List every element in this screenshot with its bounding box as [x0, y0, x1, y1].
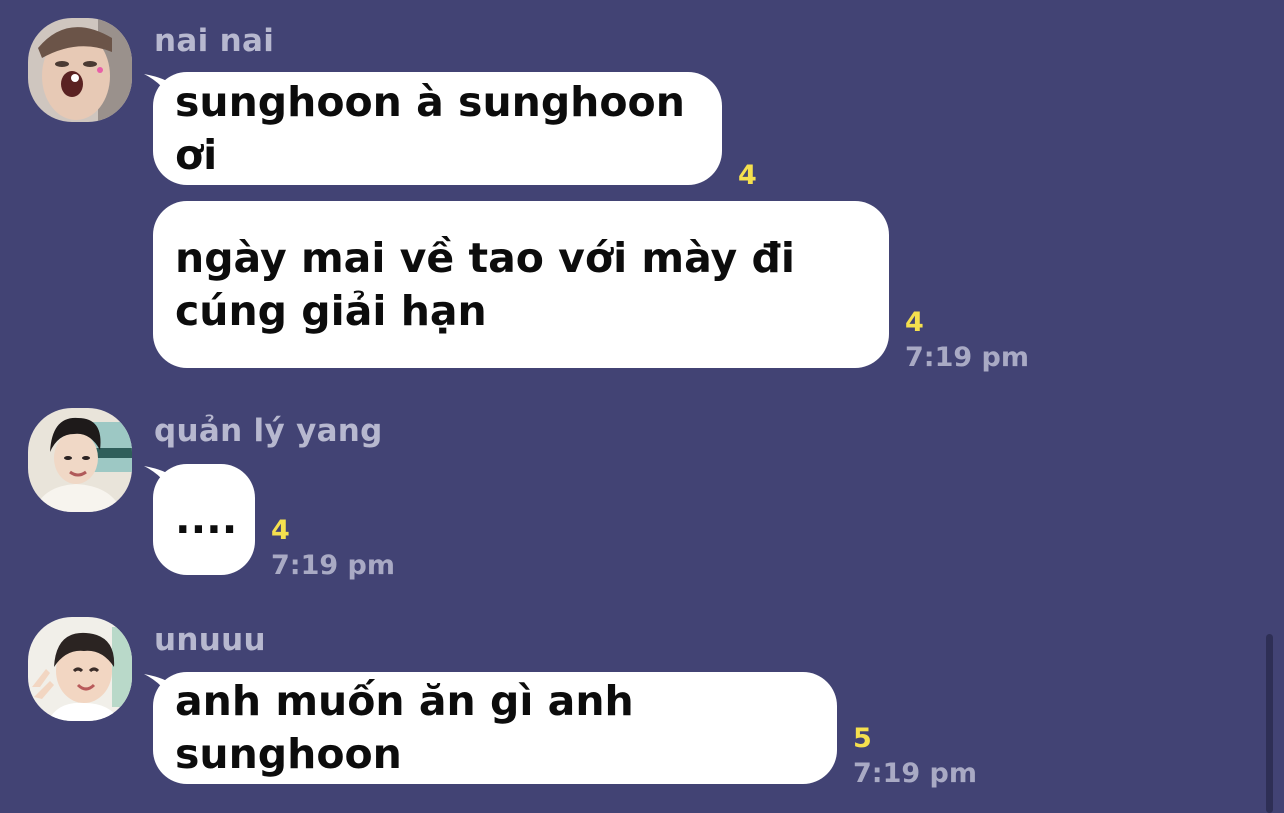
message-text: ngày mai về tao với mày đi cúng giải hạn [175, 233, 795, 335]
unread-count: 4 [271, 515, 290, 546]
message-text: .... [175, 495, 238, 543]
message-time: 7:19 pm [905, 342, 1030, 373]
chat-area: nai nai sunghoon à sunghoon ơi 4 ngày ma… [0, 0, 1284, 813]
unread-count: 5 [853, 723, 872, 754]
message-bubble[interactable]: ngày mai về tao với mày đi cúng giải hạn [153, 201, 889, 368]
avatar[interactable] [28, 408, 132, 512]
avatar[interactable] [28, 18, 132, 122]
sender-name: nai nai [154, 23, 275, 59]
sender-name: unuuu [154, 622, 266, 658]
avatar-photo-unuuu [28, 617, 132, 721]
sender-name: quản lý yang [154, 413, 383, 449]
message-time: 7:19 pm [271, 550, 396, 581]
avatar-photo-nai-nai [28, 18, 132, 122]
message-time: 7:19 pm [853, 758, 978, 789]
message-bubble[interactable]: anh muốn ăn gì anh sunghoon [153, 672, 837, 784]
scrollbar[interactable] [1266, 634, 1273, 813]
unread-count: 4 [738, 160, 757, 191]
message-text: sunghoon à sunghoon ơi [175, 77, 685, 179]
message-text: anh muốn ăn gì anh sunghoon [175, 677, 634, 778]
message-bubble[interactable]: .... [153, 464, 255, 575]
message-bubble[interactable]: sunghoon à sunghoon ơi [153, 72, 722, 185]
avatar[interactable] [28, 617, 132, 721]
unread-count: 4 [905, 307, 924, 338]
avatar-photo-quan-ly-yang [28, 408, 132, 512]
